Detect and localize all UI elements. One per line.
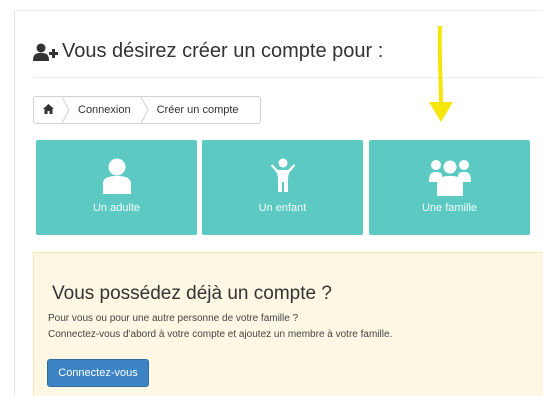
down-arrow-icon — [426, 24, 456, 126]
child-icon — [270, 158, 296, 197]
breadcrumb-separator — [140, 97, 149, 123]
breadcrumb-label: Créer un compte — [156, 104, 239, 116]
existing-account-text-1: Pour vous ou pour une autre personne de … — [48, 313, 299, 324]
page-title-text: Vous désirez créer un compte pour : — [62, 40, 384, 62]
home-icon — [42, 103, 54, 117]
page-title: Vous désirez créer un compte pour : — [33, 40, 383, 63]
tile-label: Un adulte — [92, 202, 141, 214]
existing-account-title: Vous possédez déjà un compte ? — [52, 283, 332, 304]
breadcrumb: Connexion Créer un compte — [33, 96, 261, 124]
account-type-family[interactable]: Une famille — [369, 140, 530, 235]
tile-label: Un enfant — [258, 202, 307, 214]
tile-label: Une famille — [421, 202, 478, 214]
existing-account-panel: Vous possédez déjà un compte ? Pour vous… — [33, 252, 543, 396]
family-icon — [428, 158, 471, 201]
breadcrumb-item-connexion[interactable]: Connexion — [70, 97, 141, 123]
breadcrumb-separator — [62, 97, 70, 123]
existing-account-text-2: Connectez-vous d'abord à votre compte et… — [48, 329, 393, 340]
breadcrumb-home[interactable] — [34, 97, 62, 123]
adult-icon — [102, 158, 132, 199]
user-plus-icon — [33, 42, 58, 62]
breadcrumb-label: Connexion — [78, 104, 131, 116]
login-button[interactable]: Connectez-vous — [47, 359, 149, 387]
breadcrumb-item-creer-compte: Créer un compte — [149, 97, 249, 123]
title-divider — [33, 77, 543, 78]
account-type-child[interactable]: Un enfant — [202, 140, 363, 235]
account-type-adult[interactable]: Un adulte — [36, 140, 197, 235]
